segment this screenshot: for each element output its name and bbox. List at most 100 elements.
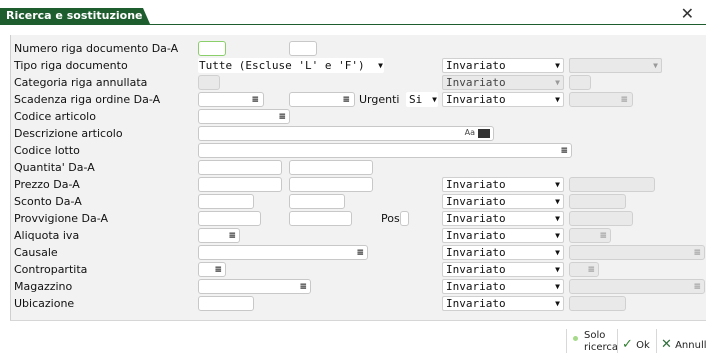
scadenza-a-input[interactable]: ≡ bbox=[289, 92, 355, 107]
scadenza-da-input[interactable]: ≡ bbox=[198, 92, 264, 107]
scadenza-replace-input[interactable]: ≡ bbox=[569, 92, 633, 107]
chevron-down-icon: ▼ bbox=[555, 214, 560, 223]
menu-icon: ≡ bbox=[587, 265, 595, 275]
label-magazzino: Magazzino bbox=[14, 280, 73, 293]
close-icon: ✕ bbox=[661, 337, 672, 352]
prezzo-a-input[interactable] bbox=[289, 177, 373, 192]
menu-icon: ≡ bbox=[620, 95, 628, 105]
menu-icon[interactable]: ≡ bbox=[278, 111, 286, 123]
menu-icon[interactable]: ≡ bbox=[560, 145, 568, 157]
label-categoria-riga: Categoria riga annullata bbox=[14, 76, 148, 89]
provvigione-replace-input[interactable] bbox=[569, 211, 633, 226]
menu-icon: ≡ bbox=[693, 248, 701, 258]
sconto-action-select[interactable]: Invariato ▼ bbox=[442, 194, 564, 209]
menu-icon[interactable]: ≡ bbox=[342, 94, 350, 106]
menu-icon[interactable]: ≡ bbox=[251, 94, 259, 106]
codice-lotto-input[interactable]: ≡ bbox=[198, 143, 572, 158]
ubicazione-input[interactable] bbox=[198, 296, 254, 311]
close-icon[interactable]: ✕ bbox=[681, 6, 694, 22]
chevron-down-icon: ▼ bbox=[653, 61, 658, 70]
causale-input[interactable]: ≡ bbox=[198, 245, 368, 260]
label-scadenza: Scadenza riga ordine Da-A bbox=[14, 93, 161, 106]
codice-articolo-input[interactable]: ≡ bbox=[198, 109, 290, 124]
tipo-riga-action-select[interactable]: Invariato ▼ bbox=[442, 58, 564, 73]
provvigione-action-value: Invariato bbox=[446, 212, 506, 225]
causale-action-value: Invariato bbox=[446, 246, 506, 259]
ok-button[interactable]: ✓ Ok bbox=[622, 337, 650, 352]
chevron-down-icon: ▼ bbox=[555, 299, 560, 308]
contropartita-action-value: Invariato bbox=[446, 263, 506, 276]
ok-label: Ok bbox=[636, 340, 650, 351]
solo-ricerca-label-1: Solo bbox=[584, 330, 606, 341]
tipo-riga-select[interactable]: Tutte (Escluse 'L' e 'F') ▼ bbox=[198, 58, 384, 73]
label-descrizione-articolo: Descrizione articolo bbox=[14, 127, 123, 140]
contropartita-action-select[interactable]: Invariato ▼ bbox=[442, 262, 564, 277]
scadenza-action-select[interactable]: Invariato ▼ bbox=[442, 92, 564, 107]
label-prezzo: Prezzo Da-A bbox=[14, 178, 80, 191]
menu-icon[interactable]: ≡ bbox=[299, 281, 307, 293]
chevron-down-icon: ▼ bbox=[432, 95, 437, 104]
footer-separator bbox=[656, 329, 657, 353]
magazzino-replace-input[interactable]: ≡ bbox=[569, 279, 705, 294]
footer-divider bbox=[10, 320, 706, 321]
footer-separator bbox=[566, 329, 567, 353]
descrizione-articolo-input[interactable]: Aa bbox=[198, 126, 494, 141]
menu-icon[interactable]: ≡ bbox=[356, 247, 364, 259]
prezzo-action-select[interactable]: Invariato ▼ bbox=[442, 177, 564, 192]
aliquota-replace-input[interactable]: ≡ bbox=[569, 228, 611, 243]
sconto-a-input[interactable] bbox=[289, 194, 345, 209]
tipo-riga-value: Tutte (Escluse 'L' e 'F') bbox=[199, 59, 365, 72]
label-codice-lotto: Codice lotto bbox=[14, 144, 80, 157]
label-provvigione: Provvigione Da-A bbox=[14, 212, 108, 225]
check-icon: ✓ bbox=[622, 337, 633, 352]
provvigione-da-input[interactable] bbox=[198, 211, 261, 226]
prezzo-da-input[interactable] bbox=[198, 177, 282, 192]
sconto-action-value: Invariato bbox=[446, 195, 506, 208]
prezzo-replace-input[interactable] bbox=[569, 177, 655, 192]
sconto-da-input[interactable] bbox=[198, 194, 254, 209]
solo-ricerca-button[interactable]: Solo ricerca bbox=[584, 330, 618, 354]
solo-ricerca-label-2: ricerca bbox=[584, 342, 619, 353]
label-contropartita: Contropartita bbox=[14, 263, 88, 276]
contropartita-replace-input[interactable]: ≡ bbox=[569, 262, 599, 277]
categoria-replace-input[interactable] bbox=[569, 75, 591, 90]
aliquota-action-value: Invariato bbox=[446, 229, 506, 242]
numero-riga-da-input[interactable] bbox=[198, 41, 226, 56]
chevron-down-icon: ▼ bbox=[555, 197, 560, 206]
pos-input[interactable] bbox=[400, 211, 409, 226]
magazzino-input[interactable]: ≡ bbox=[198, 279, 311, 294]
whole-word-icon[interactable] bbox=[478, 129, 490, 138]
tipo-riga-replace-select[interactable]: ▼ bbox=[569, 58, 662, 73]
window-title: Ricerca e sostituzione bbox=[0, 8, 150, 24]
chevron-down-icon: ▼ bbox=[378, 61, 383, 70]
causale-action-select[interactable]: Invariato ▼ bbox=[442, 245, 564, 260]
numero-riga-a-input[interactable] bbox=[289, 41, 317, 56]
quantita-da-input[interactable] bbox=[198, 160, 282, 175]
urgenti-select[interactable]: Si ▼ bbox=[406, 92, 438, 107]
provvigione-a-input[interactable] bbox=[289, 211, 352, 226]
menu-icon: ≡ bbox=[599, 231, 607, 241]
menu-icon[interactable]: ≡ bbox=[228, 230, 236, 242]
aliquota-action-select[interactable]: Invariato ▼ bbox=[442, 228, 564, 243]
quantita-a-input[interactable] bbox=[289, 160, 373, 175]
sconto-replace-input[interactable] bbox=[569, 194, 626, 209]
causale-replace-input[interactable]: ≡ bbox=[569, 245, 705, 260]
prezzo-action-value: Invariato bbox=[446, 178, 506, 191]
ubicazione-replace-input[interactable] bbox=[569, 296, 626, 311]
magazzino-action-select[interactable]: Invariato ▼ bbox=[442, 279, 564, 294]
provvigione-action-select[interactable]: Invariato ▼ bbox=[442, 211, 564, 226]
categoria-action-select[interactable]: Invariato ▼ bbox=[442, 75, 564, 90]
menu-icon[interactable]: ≡ bbox=[214, 264, 222, 276]
chevron-down-icon: ▼ bbox=[555, 248, 560, 257]
magazzino-action-value: Invariato bbox=[446, 280, 506, 293]
aliquota-iva-input[interactable]: ≡ bbox=[198, 228, 240, 243]
ubicazione-action-select[interactable]: Invariato ▼ bbox=[442, 296, 564, 311]
chevron-down-icon: ▼ bbox=[555, 78, 560, 87]
contropartita-input[interactable]: ≡ bbox=[198, 262, 226, 277]
label-sconto: Sconto Da-A bbox=[14, 195, 82, 208]
case-sensitive-icon[interactable]: Aa bbox=[465, 128, 475, 137]
categoria-riga-input[interactable] bbox=[198, 75, 220, 90]
chevron-down-icon: ▼ bbox=[555, 282, 560, 291]
chevron-down-icon: ▼ bbox=[555, 265, 560, 274]
annulla-button[interactable]: ✕ Annull bbox=[661, 337, 706, 352]
